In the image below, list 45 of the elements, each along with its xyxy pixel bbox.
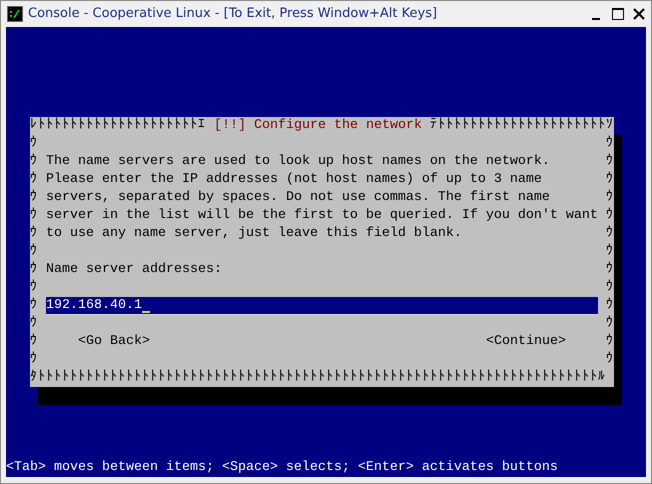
border-char: ｳ [606,315,614,333]
window-title: Console - Cooperative Linux - [To Exit, Press Window+Alt Keys] [28,5,438,24]
border-char: ｳ [30,261,38,279]
text-line: servers, separated by spaces. Do not use commas. The first name [45,189,551,207]
text-cursor [142,311,150,313]
console-icon [7,6,23,22]
border-char: ｳ [606,153,614,171]
dialog-button[interactable]: <Continue> [486,333,566,351]
maximize-icon[interactable] [610,6,626,22]
border-char: ｳ [30,225,38,243]
border-line: ﾃﾄﾄﾄﾄﾄﾄﾄﾄﾄﾄﾄﾄﾄﾄﾄﾄﾄﾄﾄﾄﾄｿ [430,117,614,135]
border-line: ﾚﾄﾄﾄﾄﾄﾄﾄﾄﾄﾄﾄﾄﾄﾄﾄﾄﾄﾄﾄﾄｴ [30,117,206,135]
border-char: ｳ [606,225,614,243]
text-line: to use any name server, just leave this field blank. [45,225,463,243]
border-char: ｳ [30,135,38,153]
border-char: ｳ [606,135,614,153]
border-char: ｳ [30,315,38,333]
field-label: Name server addresses: [45,261,223,279]
border-char: ｳ [30,351,38,369]
border-char: ｳ [606,351,614,369]
border-char: ｳ [30,297,38,315]
border-char: ｳ [606,207,614,225]
border-char: ｳ [30,333,38,351]
border-line: ﾀﾄﾄﾄﾄﾄﾄﾄﾄﾄﾄﾄﾄﾄﾄﾄﾄﾄﾄﾄﾄﾄﾄﾄﾄﾄﾄﾄﾄﾄﾄﾄﾄﾄﾄﾄﾄﾄﾄﾄﾄﾄﾄﾄﾄﾄﾄﾄﾄﾄﾄﾄﾄﾄﾄﾄﾄﾄﾄﾄﾄﾄﾄﾄﾄﾄﾄﾄﾄﾄﾄﾙ [30,369,606,387]
border-char: ｳ [30,279,38,297]
border-char: ｳ [30,243,38,261]
border-char: ｳ [606,243,614,261]
border-char: ｳ [30,171,38,189]
dialog-button[interactable]: <Go Back> [78,333,150,351]
text-line: The name servers are used to look up host names on the network. [45,153,551,171]
border-char: ｳ [30,153,38,171]
border-char: ｳ [606,297,614,315]
status-line: <Tab> moves between items; <Space> selects; <Enter> activates buttons [6,459,559,477]
border-char: ｳ [606,279,614,297]
border-char: ｳ [606,261,614,279]
input-field[interactable]: 192.168.40.1 [46,297,598,315]
border-char: ｳ [30,207,38,225]
dialog-title: [!!] Configure the network [213,117,423,135]
text-line: server in the list will be the first to be queried. If you don't want [45,207,599,225]
text-line: Please enter the IP addresses (not host names) of up to 3 name [45,171,543,189]
close-icon[interactable] [631,6,647,22]
border-char: ｳ [606,333,614,351]
border-char: ｳ [606,171,614,189]
border-char: ｳ [606,189,614,207]
border-char: ｳ [30,189,38,207]
